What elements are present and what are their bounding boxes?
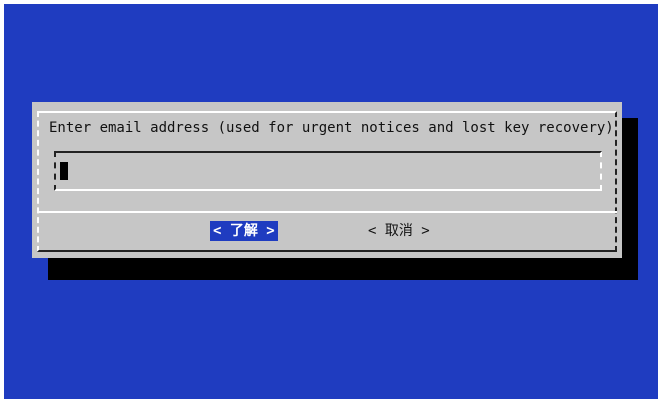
window-frame: Enter email address (used for urgent not… [0, 0, 663, 404]
email-input[interactable] [54, 151, 602, 191]
text-cursor [60, 162, 68, 180]
cancel-button[interactable]: < 取消 > [365, 221, 433, 241]
email-dialog: Enter email address (used for urgent not… [32, 102, 622, 258]
ok-button[interactable]: < 了解 > [210, 221, 278, 241]
email-prompt: Enter email address (used for urgent not… [49, 120, 614, 136]
button-separator [37, 211, 617, 213]
